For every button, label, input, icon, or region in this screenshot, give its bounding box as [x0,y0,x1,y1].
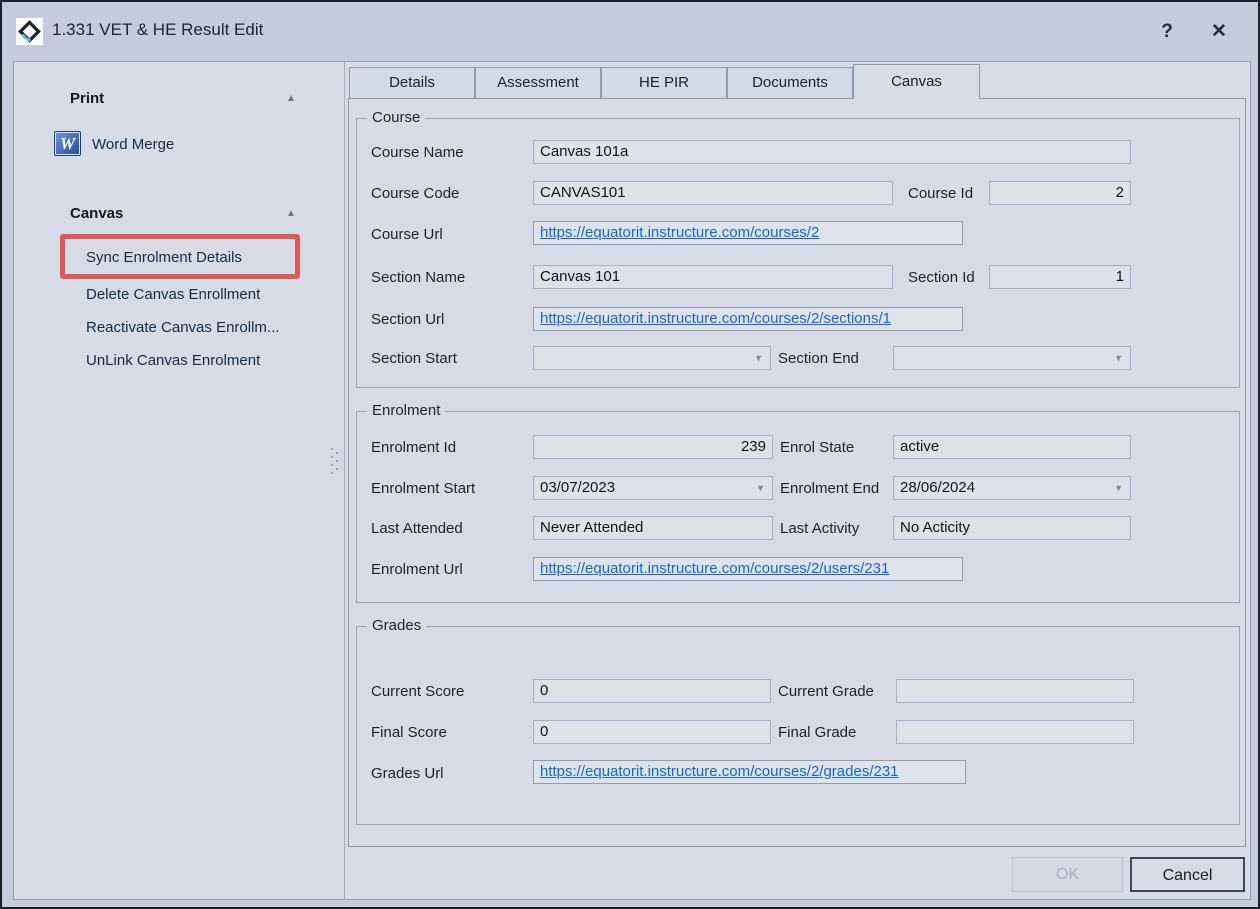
collapse-arrow-icon[interactable]: ▲ [286,208,296,219]
enrolment-group-legend: Enrolment [367,402,445,419]
course-id-label: Course Id [908,185,973,202]
grades-group-legend: Grades [367,617,426,634]
course-url-field: https://equatorit.instructure.com/course… [533,221,963,245]
enrolment-start-dropdown[interactable]: 03/07/2023 ▼ [533,476,773,500]
sidebar-section-canvas[interactable]: Canvas ▲ [70,205,310,225]
word-icon: W [54,131,81,156]
sidebar-item-sync-enrolment-details[interactable]: Sync Enrolment Details [86,249,326,269]
dropdown-arrow-icon[interactable]: ▼ [1114,347,1123,369]
title-bar: 1.331 VET & HE Result Edit ? ✕ [2,2,1258,60]
help-icon[interactable]: ? [1154,19,1180,45]
enrol-state-label: Enrol State [780,439,854,456]
cancel-button[interactable]: Cancel [1130,857,1245,892]
enrolment-url-label: Enrolment Url [371,561,463,578]
last-attended-field[interactable]: Never Attended [533,516,773,540]
enrolment-url-field: https://equatorit.instructure.com/course… [533,557,963,581]
course-name-field[interactable]: Canvas 101a [533,140,1131,164]
section-url-link[interactable]: https://equatorit.instructure.com/course… [540,310,891,327]
enrolment-id-label: Enrolment Id [371,439,456,456]
section-end-dropdown[interactable]: ▼ [893,346,1131,370]
section-id-field[interactable]: 1 [989,265,1131,289]
enrolment-start-value: 03/07/2023 [540,479,615,496]
course-code-field[interactable]: CANVAS101 [533,181,893,205]
course-url-label: Course Url [371,226,443,243]
canvas-tab-page: Course Course Name Canvas 101a Course Co… [348,98,1246,847]
sidebar-section-print[interactable]: Print ▲ [70,90,310,110]
enrol-state-field[interactable]: active [893,435,1131,459]
section-name-label: Section Name [371,269,465,286]
section-start-label: Section Start [371,350,457,367]
content-panel: Print ▲ W Word Merge Canvas ▲ Sync Enrol… [13,61,1251,900]
grades-url-label: Grades Url [371,765,444,782]
current-grade-label: Current Grade [778,683,874,700]
final-score-label: Final Score [371,724,447,741]
dropdown-arrow-icon[interactable]: ▼ [756,477,765,499]
current-score-label: Current Score [371,683,464,700]
tab-he-pir[interactable]: HE PIR [601,67,727,98]
last-activity-field[interactable]: No Acticity [893,516,1131,540]
enrolment-id-field[interactable]: 239 [533,435,773,459]
collapse-arrow-icon[interactable]: ▲ [286,93,296,104]
section-name-field[interactable]: Canvas 101 [533,265,893,289]
final-grade-label: Final Grade [778,724,856,741]
enrolment-url-link[interactable]: https://equatorit.instructure.com/course… [540,560,889,577]
splitter-grip-icon[interactable] [329,446,339,476]
final-score-field[interactable]: 0 [533,720,771,744]
canvas-header-label: Canvas [70,205,123,222]
last-attended-label: Last Attended [371,520,463,537]
app-logo-icon [16,18,43,45]
dropdown-arrow-icon[interactable]: ▼ [1114,477,1123,499]
course-code-label: Course Code [371,185,459,202]
tab-documents[interactable]: Documents [727,67,853,98]
final-grade-field[interactable] [896,720,1134,744]
course-group-legend: Course [367,109,425,126]
section-start-dropdown[interactable]: ▼ [533,346,771,370]
course-name-label: Course Name [371,144,464,161]
enrolment-end-label: Enrolment End [780,480,879,497]
last-activity-label: Last Activity [780,520,859,537]
tab-details[interactable]: Details [349,67,475,98]
print-header-label: Print [70,90,104,107]
sidebar: Print ▲ W Word Merge Canvas ▲ Sync Enrol… [14,62,345,899]
sidebar-item-word-merge[interactable]: Word Merge [92,136,332,156]
course-id-field[interactable]: 2 [989,181,1131,205]
grades-url-field: https://equatorit.instructure.com/course… [533,760,966,784]
enrolment-end-dropdown[interactable]: 28/06/2024 ▼ [893,476,1131,500]
section-url-label: Section Url [371,311,444,328]
enrolment-end-value: 28/06/2024 [900,479,975,496]
current-grade-field[interactable] [896,679,1134,703]
section-id-label: Section Id [908,269,975,286]
sidebar-item-unlink-canvas-enrolment[interactable]: UnLink Canvas Enrolment [86,352,326,372]
enrolment-start-label: Enrolment Start [371,480,475,497]
sidebar-item-reactivate-canvas-enrollment[interactable]: Reactivate Canvas Enrollm... [86,319,326,339]
tab-canvas[interactable]: Canvas [853,64,980,99]
section-url-field: https://equatorit.instructure.com/course… [533,307,963,331]
dropdown-arrow-icon[interactable]: ▼ [754,347,763,369]
current-score-field[interactable]: 0 [533,679,771,703]
window-title: 1.331 VET & HE Result Edit [52,20,263,40]
course-url-link[interactable]: https://equatorit.instructure.com/course… [540,224,819,241]
grades-url-link[interactable]: https://equatorit.instructure.com/course… [540,763,899,780]
close-icon[interactable]: ✕ [1206,19,1232,45]
section-end-label: Section End [778,350,859,367]
tab-assessment[interactable]: Assessment [475,67,601,98]
sidebar-item-delete-canvas-enrollment[interactable]: Delete Canvas Enrollment [86,286,326,306]
ok-button[interactable]: OK [1012,857,1123,892]
dialog-window: 1.331 VET & HE Result Edit ? ✕ Print ▲ W… [0,0,1260,909]
